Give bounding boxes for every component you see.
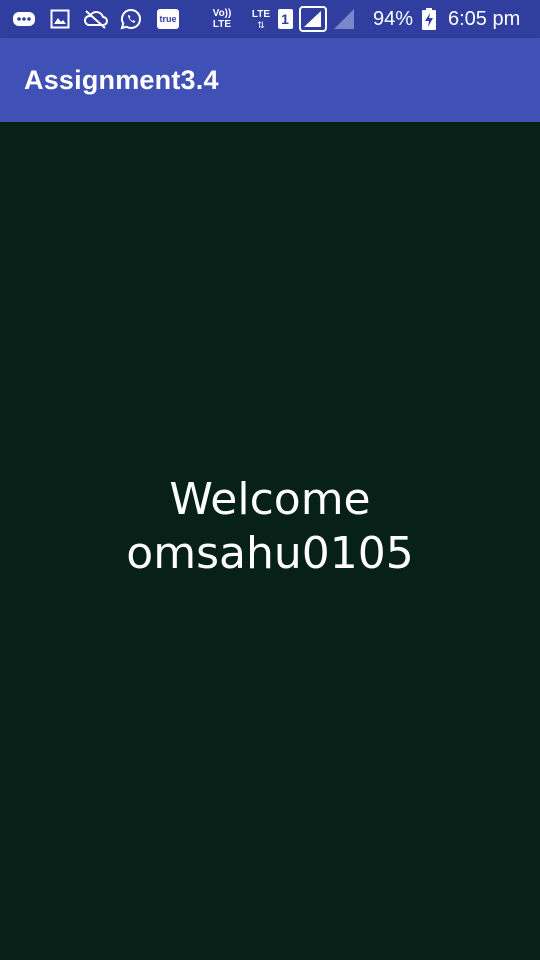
battery-percent: 94% — [373, 8, 414, 30]
signal-sim2-icon — [333, 7, 355, 31]
sim1-icon: 1 — [276, 7, 294, 31]
toolbar-title: Assignment3.4 — [24, 65, 219, 95]
status-bar: true Vo)) LTE LTE ⇅ 1 94% 6:05 pm — [0, 0, 540, 38]
app-toolbar: Assignment3.4 — [0, 38, 540, 122]
cloud-off-icon — [83, 7, 109, 31]
main-content: Welcome omsahu0105 — [0, 122, 540, 960]
welcome-message: Welcome omsahu0105 — [0, 473, 540, 581]
username-text: omsahu0105 — [126, 528, 414, 579]
whatsapp-icon — [120, 7, 142, 31]
welcome-text: Welcome — [169, 474, 371, 525]
lte-data-icon: LTE ⇅ — [251, 8, 271, 30]
gallery-icon — [49, 7, 71, 31]
true-app-icon: true — [156, 7, 180, 31]
signal-icon — [299, 6, 327, 32]
battery-charging-icon — [421, 7, 437, 31]
chat-bubble-icon — [12, 7, 36, 31]
clock-time: 6:05 pm — [448, 8, 521, 30]
volte-icon: Vo)) LTE — [212, 8, 232, 30]
